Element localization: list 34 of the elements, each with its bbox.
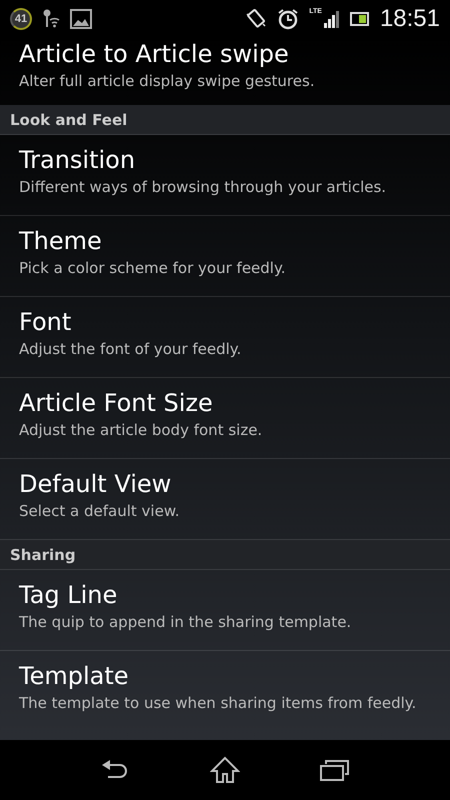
preference-title: Article Font Size [19,388,213,419]
preference-title: Font [19,307,72,338]
category-header: Look and Feel [0,105,450,135]
alarm-icon [277,8,300,30]
preference-item[interactable]: Template The template to use when sharing items from feedly. [0,651,450,714]
preference-title: Template [19,661,129,692]
preference-summary: The template to use when sharing items from feedly. [19,693,416,714]
vibrate-icon [245,8,268,30]
preference-summary: Adjust the font of your feedly. [19,339,242,360]
preference-item[interactable]: Article to Article swipe Alter full article display swipe gestures. [0,38,450,105]
category-header: Sharing [0,540,450,570]
image-icon [70,9,92,29]
preference-item[interactable]: Tag Line The quip to append in the sharing template. [0,570,450,650]
clock-time: 18:51 [380,5,440,33]
notification-count: 41 [10,8,32,30]
preference-item[interactable]: Font Adjust the font of your feedly. [0,297,450,377]
preference-item[interactable]: Article Font Size Adjust the article body font size. [0,378,450,458]
preference-title: Tag Line [19,580,118,611]
preference-item[interactable]: Default View Select a default view. [0,459,450,539]
preference-summary: Select a default view. [19,501,180,522]
preference-summary: The quip to append in the sharing template. [19,612,352,633]
preference-summary: Pick a color scheme for your feedly. [19,258,286,279]
signal-icon [324,9,340,29]
preference-title: Theme [19,226,102,257]
preference-title: Transition [19,145,136,176]
preference-title: Article to Article swipe [19,39,289,70]
preference-summary: Different ways of browsing through your articles. [19,177,386,198]
preference-summary: Adjust the article body font size. [19,420,262,441]
battery-icon [350,12,370,26]
preference-item[interactable]: Theme Pick a color scheme for your feedly. [0,216,450,296]
preference-item[interactable]: Transition Different ways of browsing through your articles. [0,135,450,215]
preference-title: Default View [19,469,172,500]
preference-summary: Alter full article display swipe gestures. [19,71,315,92]
wifi-key-icon [42,8,60,30]
